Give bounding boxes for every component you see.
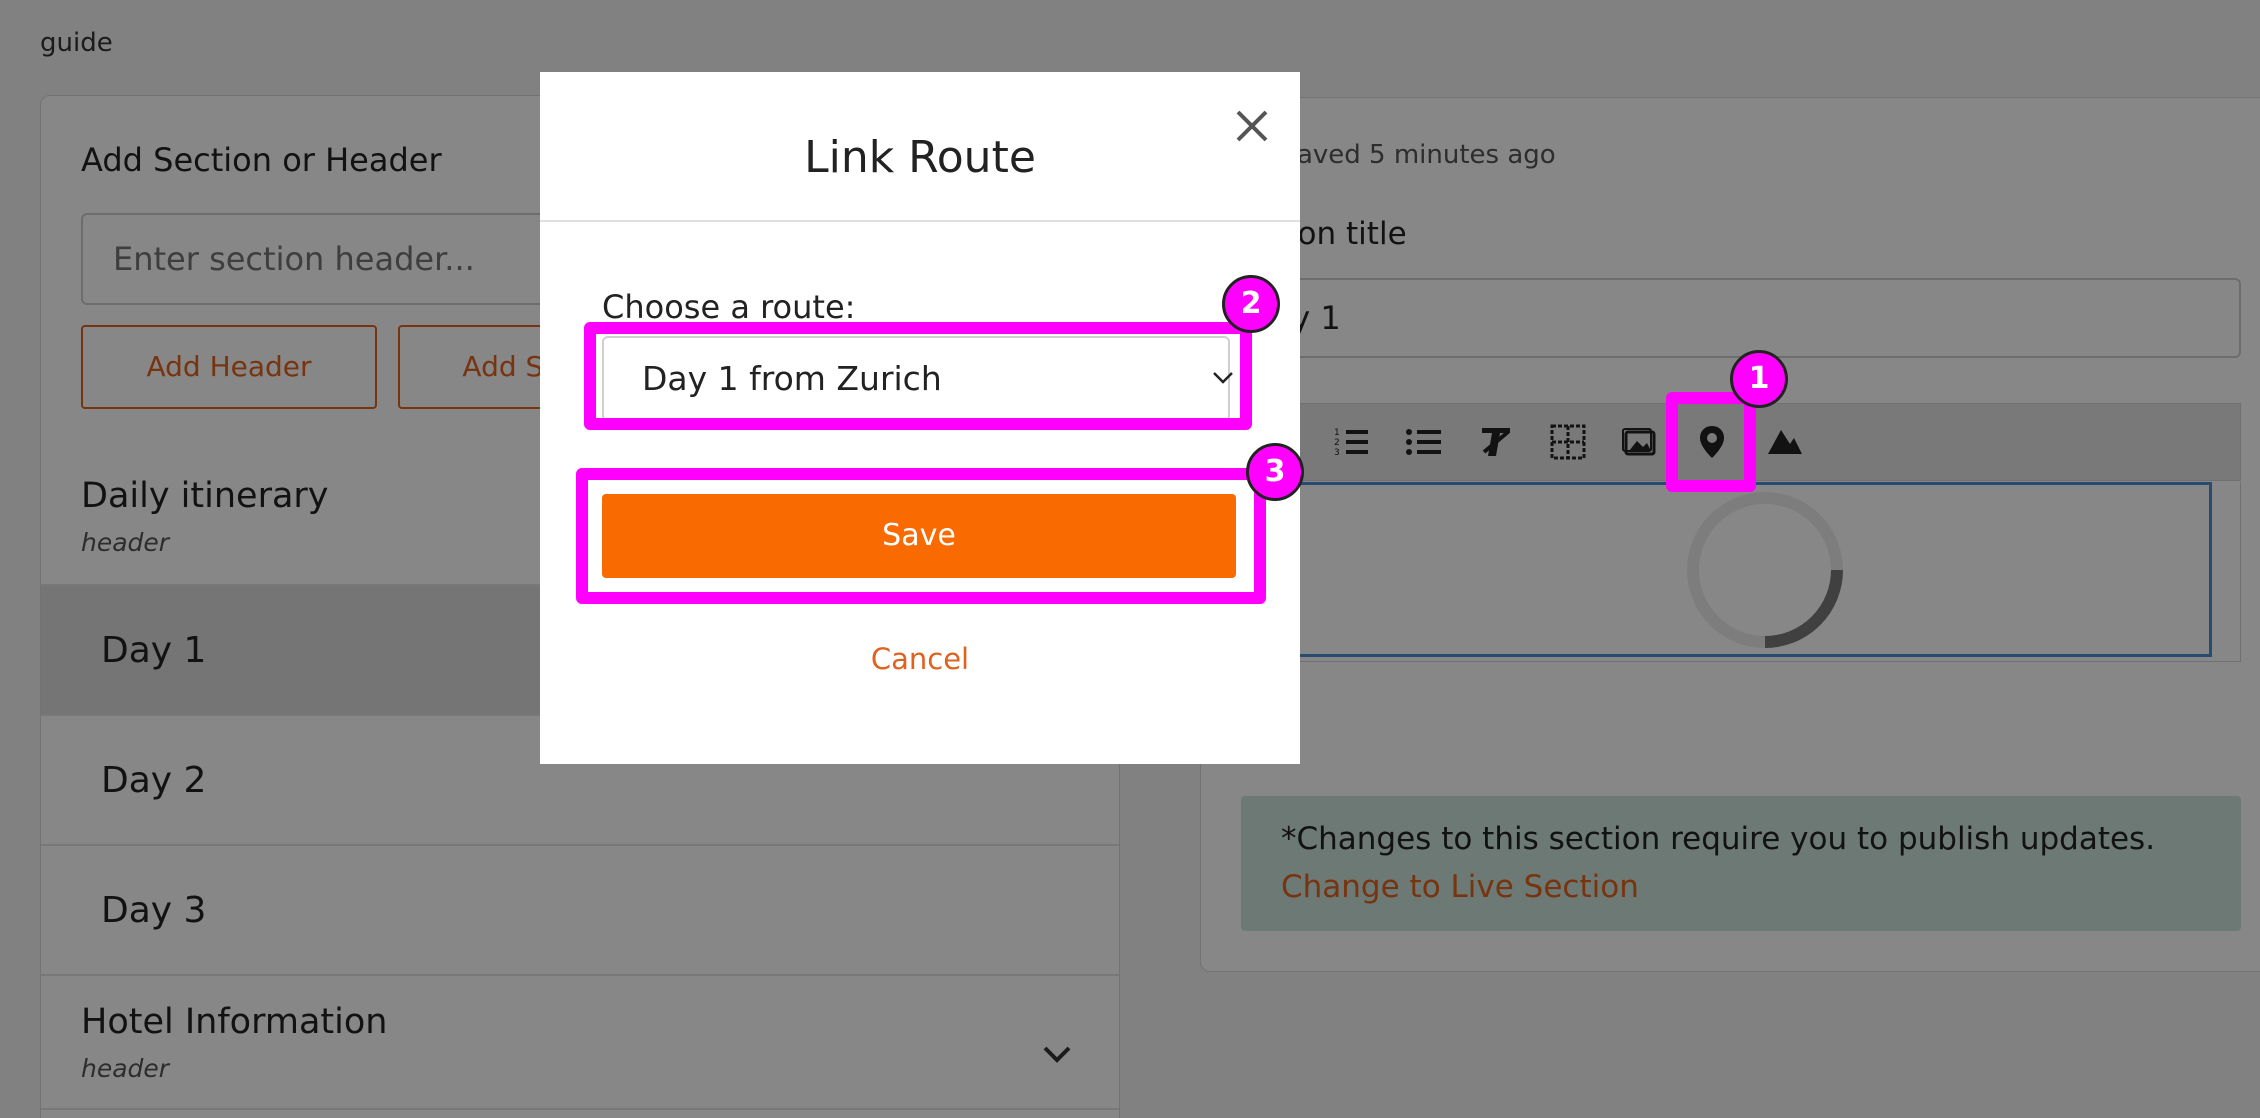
step-badge-2: 2: [1222, 275, 1280, 333]
step-badge-3: 3: [1246, 443, 1304, 501]
highlight-map-pin: [1666, 392, 1756, 492]
step-badge-1: 1: [1730, 350, 1788, 408]
highlight-route-select: [584, 322, 1252, 430]
modal-divider: [540, 220, 1300, 222]
choose-route-label: Choose a route:: [602, 288, 856, 326]
close-icon[interactable]: [1230, 104, 1274, 148]
modal-title: Link Route: [804, 132, 1036, 183]
cancel-link[interactable]: Cancel: [540, 642, 1300, 676]
highlight-save-button: [576, 468, 1266, 604]
